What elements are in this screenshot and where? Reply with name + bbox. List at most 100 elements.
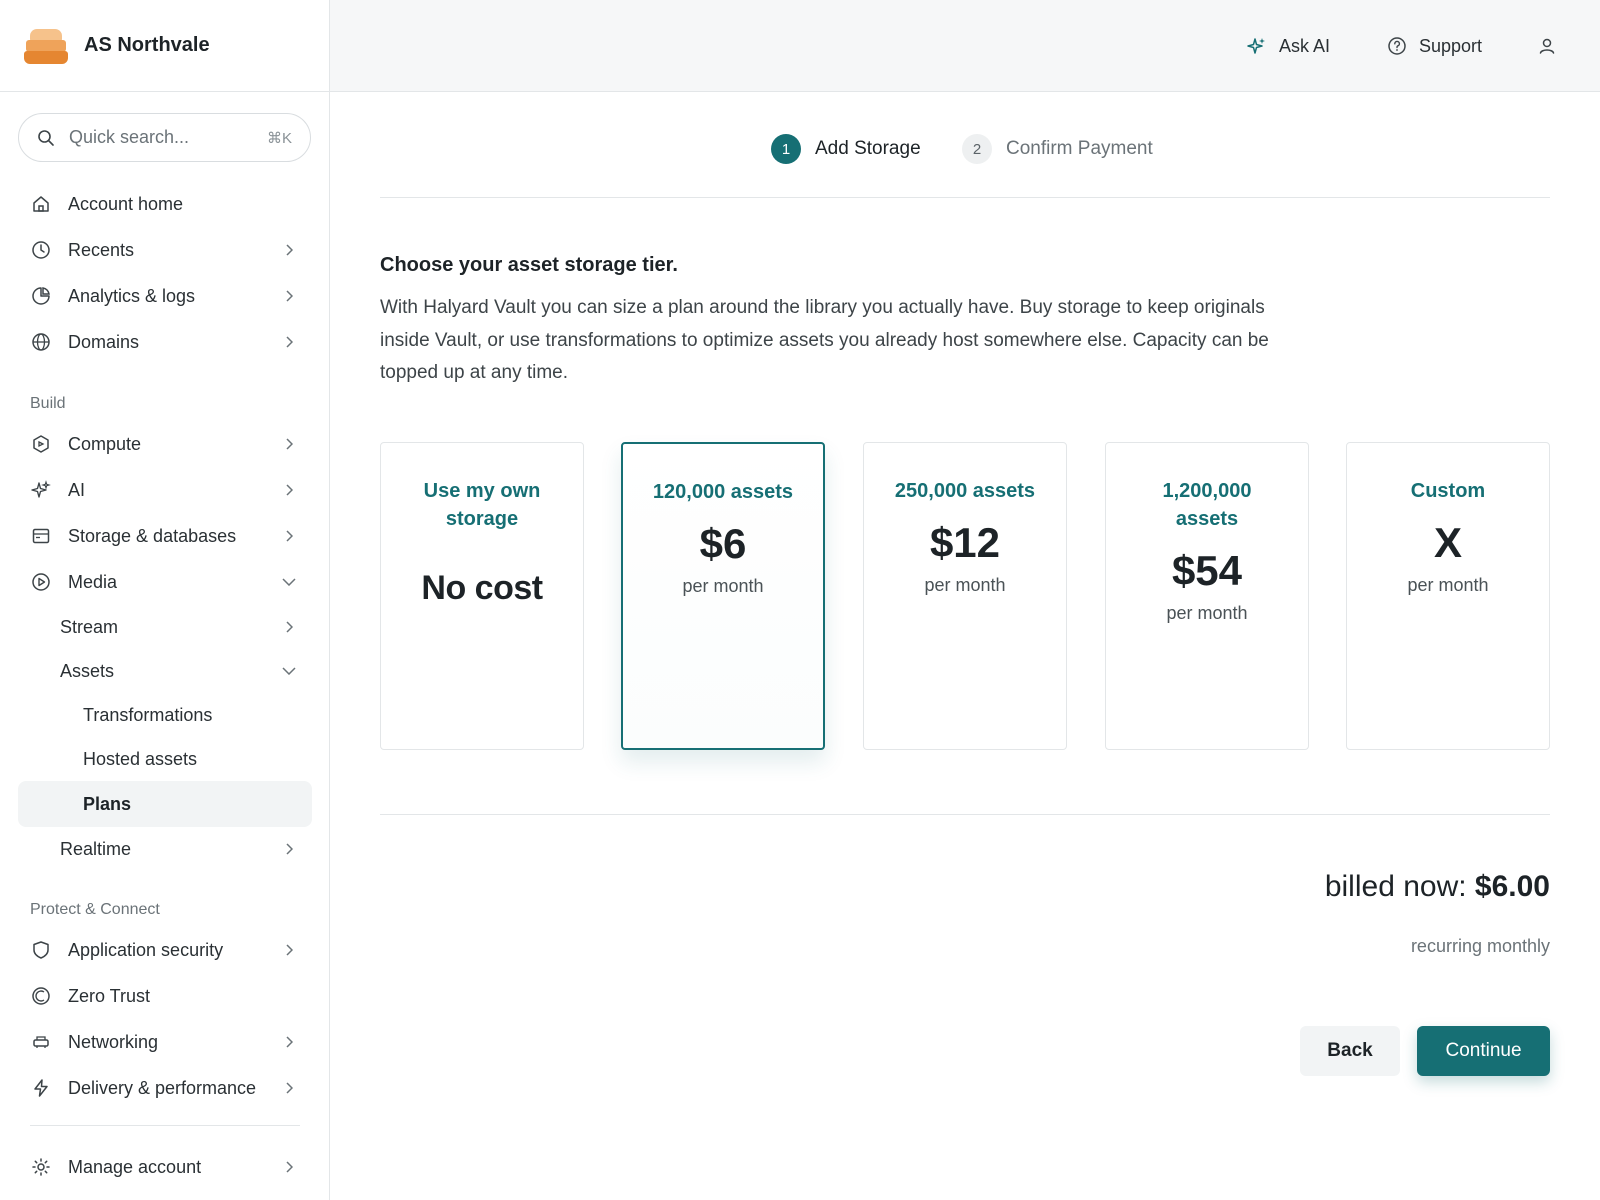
- tier-card-own-storage[interactable]: Use my own storage No cost: [380, 442, 584, 750]
- tier-title: Custom: [1410, 480, 1486, 502]
- user-menu-button[interactable]: [1537, 0, 1569, 92]
- pie-chart-icon: [30, 285, 52, 307]
- tier-title: 250,000 assets: [894, 480, 1036, 502]
- continue-button[interactable]: Continue: [1417, 1026, 1550, 1076]
- tier-price: $54: [1171, 547, 1243, 594]
- ask-ai-label: Ask AI: [1279, 35, 1331, 56]
- tier-card-custom[interactable]: Custom X per month: [1346, 442, 1550, 750]
- zero-trust-icon: [30, 985, 52, 1007]
- clock-icon: [30, 239, 52, 261]
- tier-options: Use my own storage No cost 120,000 asset…: [380, 442, 1550, 750]
- gear-icon: [30, 1156, 52, 1178]
- tier-unit: per month: [682, 576, 764, 596]
- sidebar-item-storage[interactable]: Storage & databases: [0, 513, 330, 559]
- step-number: 2: [962, 134, 992, 164]
- home-icon: [30, 193, 52, 215]
- chevron-right-icon: [282, 483, 296, 497]
- chevron-right-icon: [282, 437, 296, 451]
- tier-title: Use my own storage: [423, 480, 541, 530]
- step-add-storage[interactable]: 1 Add Storage: [771, 134, 921, 164]
- sidebar-item-recents[interactable]: Recents: [0, 227, 330, 273]
- search-shortcut: ⌘K: [266, 129, 292, 147]
- sidebar-item-transformations[interactable]: Transformations: [0, 693, 330, 737]
- recurring-note: recurring monthly: [1410, 936, 1550, 956]
- play-circle-icon: [30, 571, 52, 593]
- sidebar-item-application-security[interactable]: Application security: [0, 927, 330, 973]
- sidebar-item-label: Zero Trust: [68, 985, 151, 1006]
- sidebar-item-compute[interactable]: Compute: [0, 421, 330, 467]
- chevron-right-icon: [282, 529, 296, 543]
- sidebar-item-label: Storage & databases: [68, 525, 237, 546]
- section-label-protect: Protect & Connect: [30, 901, 160, 918]
- globe-icon: [30, 331, 52, 353]
- sidebar-item-label: Assets: [60, 660, 115, 681]
- sidebar-item-networking[interactable]: Networking: [0, 1019, 330, 1065]
- sidebar-item-ai[interactable]: AI: [0, 467, 330, 513]
- sidebar-item-domains[interactable]: Domains: [0, 319, 330, 365]
- support-button[interactable]: Support: [1387, 0, 1482, 92]
- hexagon-icon: [30, 433, 52, 455]
- brand[interactable]: AS Northvale: [0, 0, 329, 92]
- tier-price: No cost: [421, 569, 543, 607]
- main-content: 1 Add Storage 2 Confirm Payment Choose y…: [330, 92, 1600, 1200]
- sidebar-item-label: Application security: [68, 939, 224, 960]
- sidebar-item-label: Plans: [83, 793, 132, 814]
- tier-card-1200k[interactable]: 1,200,000 assets $54 per month: [1105, 442, 1309, 750]
- sidebar-nav: Account home Recents Analytics & logs Do…: [0, 181, 330, 1190]
- sidebar-item-analytics[interactable]: Analytics & logs: [0, 273, 330, 319]
- sidebar-item-stream[interactable]: Stream: [0, 605, 330, 649]
- chevron-right-icon: [282, 1160, 296, 1174]
- sidebar-item-label: Realtime: [60, 838, 132, 859]
- sidebar-item-realtime[interactable]: Realtime: [0, 827, 330, 871]
- sidebar-item-plans[interactable]: Plans: [18, 781, 312, 827]
- billed-amount: $6.00: [1474, 870, 1550, 903]
- sidebar-item-hosted-assets[interactable]: Hosted assets: [0, 737, 330, 781]
- sidebar-item-label: AI: [68, 479, 86, 500]
- page-description: With Halyard Vault you can size a plan a…: [380, 297, 1269, 383]
- sidebar-item-manage-account[interactable]: Manage account: [0, 1144, 330, 1190]
- chevron-down-icon: [282, 664, 296, 678]
- step-label: Confirm Payment: [1006, 138, 1153, 159]
- tier-title: 120,000 assets: [652, 481, 794, 503]
- search-placeholder: Quick search...: [69, 127, 190, 147]
- back-button[interactable]: Back: [1300, 1026, 1400, 1076]
- tier-price: $6: [699, 520, 747, 567]
- chevron-right-icon: [282, 335, 296, 349]
- sidebar-item-media[interactable]: Media: [0, 559, 330, 605]
- stepper: 1 Add Storage 2 Confirm Payment: [330, 92, 1600, 198]
- sidebar-item-label: Domains: [68, 331, 140, 352]
- sidebar-item-assets[interactable]: Assets: [0, 649, 330, 693]
- search-icon: [38, 129, 54, 146]
- tier-unit: per month: [1407, 575, 1489, 595]
- tier-price: $12: [929, 519, 1001, 566]
- tier-price: X: [1433, 519, 1462, 566]
- router-icon: [30, 1031, 52, 1053]
- sidebar-item-zero-trust[interactable]: Zero Trust: [0, 973, 330, 1019]
- tier-title: 1,200,000 assets: [1162, 480, 1252, 530]
- sidebar-item-label: Stream: [60, 616, 119, 637]
- sidebar-item-label: Media: [68, 571, 118, 592]
- chevron-right-icon: [282, 620, 296, 634]
- sidebar-item-label: Analytics & logs: [68, 285, 196, 306]
- sidebar-item-label: Compute: [68, 433, 142, 454]
- ask-ai-button[interactable]: Ask AI: [1247, 0, 1330, 92]
- tier-card-120k[interactable]: 120,000 assets $6 per month: [621, 442, 825, 750]
- sidebar-item-account-home[interactable]: Account home: [0, 181, 330, 227]
- sidebar-divider: [30, 1125, 300, 1126]
- sidebar: AS Northvale Quick search... ⌘K Account …: [0, 0, 330, 1200]
- support-label: Support: [1419, 35, 1483, 56]
- sidebar-item-label: Account home: [68, 193, 184, 214]
- sidebar-item-delivery[interactable]: Delivery & performance: [0, 1065, 330, 1111]
- chevron-right-icon: [282, 943, 296, 957]
- step-confirm-payment[interactable]: 2 Confirm Payment: [962, 134, 1153, 164]
- database-icon: [30, 525, 52, 547]
- page-title: Choose your asset storage tier.: [380, 254, 678, 276]
- sidebar-item-label: Manage account: [68, 1156, 202, 1177]
- chevron-right-icon: [282, 842, 296, 856]
- tier-card-250k[interactable]: 250,000 assets $12 per month: [863, 442, 1067, 750]
- search-input[interactable]: Quick search... ⌘K: [18, 113, 311, 162]
- sidebar-item-label: Delivery & performance: [68, 1077, 257, 1098]
- sparkle-icon: [1247, 38, 1265, 54]
- tier-unit: per month: [1166, 603, 1248, 623]
- billed-now-total: billed now: $6.00: [1325, 870, 1550, 904]
